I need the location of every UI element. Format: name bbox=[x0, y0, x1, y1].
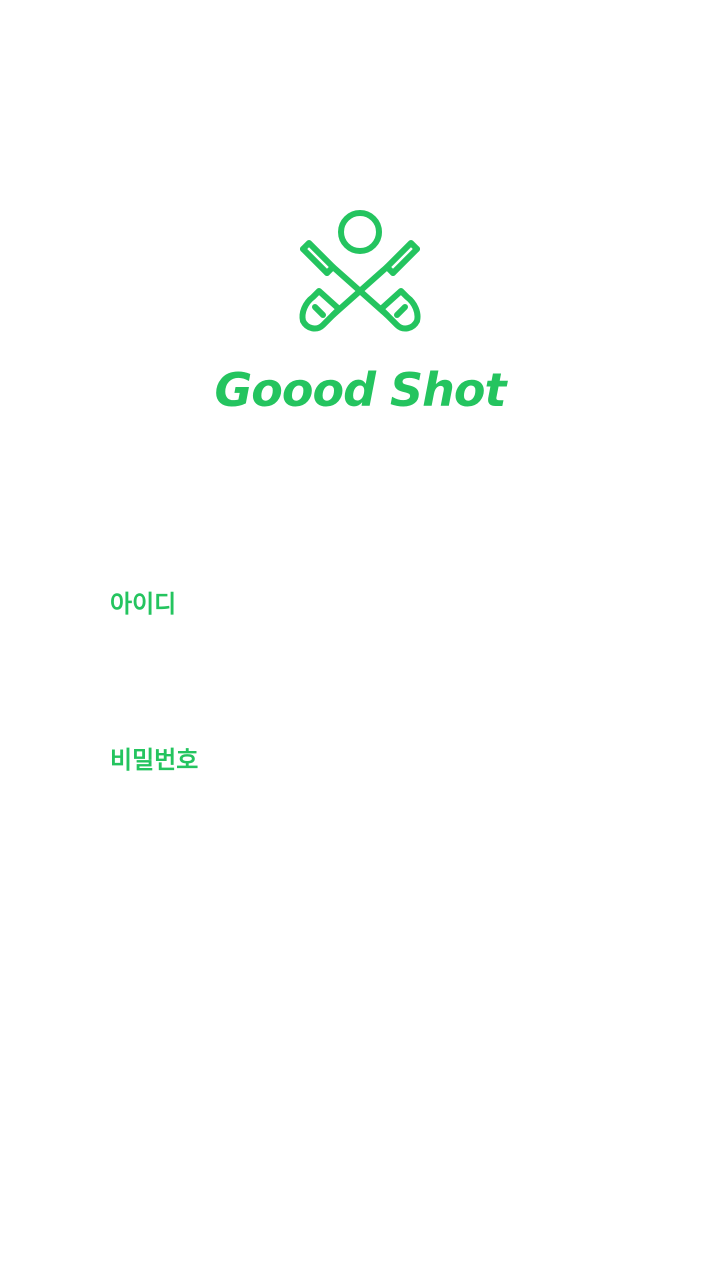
password-field: 비밀번호 bbox=[110, 742, 610, 854]
golf-clubs-logo-icon bbox=[295, 205, 425, 335]
password-label: 비밀번호 bbox=[110, 746, 199, 774]
id-label: 아이디 bbox=[110, 590, 177, 618]
id-input[interactable] bbox=[110, 628, 610, 698]
password-input[interactable] bbox=[110, 784, 610, 854]
brand-title: Goood Shot bbox=[214, 363, 507, 417]
id-field: 아이디 bbox=[110, 586, 610, 698]
